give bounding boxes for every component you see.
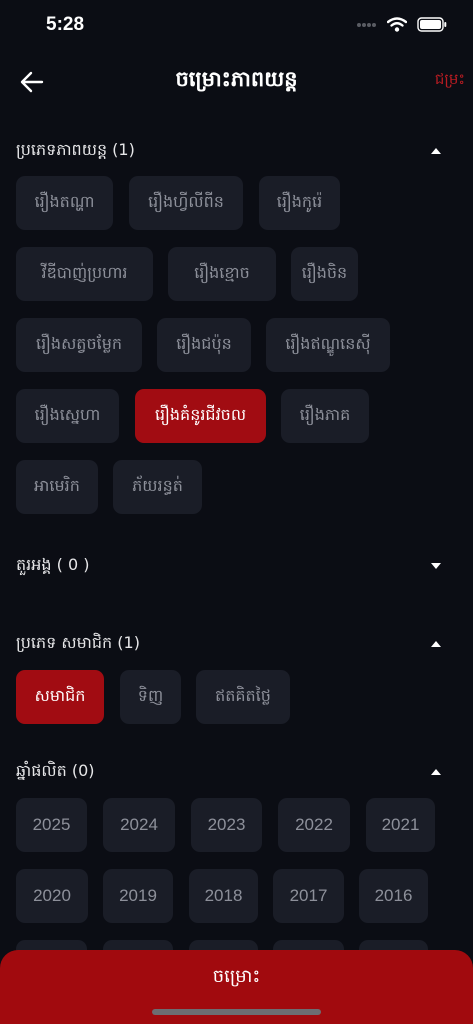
year-chip[interactable]: 2016 [359, 869, 428, 923]
genre-chip[interactable]: រឿងភាគ [281, 389, 369, 443]
signal-icon [357, 22, 376, 27]
genre-chip[interactable]: រឿងឥណ្ឌូនេស៊ី [266, 318, 390, 372]
battery-icon [417, 17, 447, 32]
actors-section-title: តួរអង្គ ( 0 ) [16, 555, 90, 574]
genre-chip[interactable]: រឿងសត្វចម្លែក [16, 318, 142, 372]
genre-chip[interactable]: រឿងកូរ៉េ [259, 176, 340, 230]
year-chip[interactable]: 2025 [16, 798, 87, 852]
genre-chip-selected[interactable]: រឿងគំនូរជីវចល [135, 389, 266, 443]
home-indicator [152, 1009, 321, 1015]
apply-bar: ចម្រោះ [0, 950, 473, 1024]
genre-chip[interactable]: រឿងជប៉ុន [157, 318, 251, 372]
genre-chip[interactable]: រឿងខ្មោច [168, 247, 276, 301]
status-time: 5:28 [46, 14, 85, 35]
genre-chip[interactable]: រឿងហ្វីលីពីន [129, 176, 243, 230]
reset-button[interactable]: ជម្រះ [435, 70, 465, 92]
caret-up-icon[interactable] [430, 147, 442, 155]
wifi-icon [387, 17, 407, 32]
genre-chip[interactable]: រឿងចិន [291, 247, 358, 301]
header: ចម្រោះភាពយន្ត ជម្រះ [0, 58, 473, 106]
membership-chip-selected[interactable]: សមាជិក [16, 670, 104, 724]
year-chip[interactable]: 2022 [278, 798, 350, 852]
caret-down-icon[interactable] [430, 562, 442, 570]
genre-chip[interactable]: វីឌីបាញ់ប្រហារ [16, 247, 153, 301]
status-bar: 5:28 [0, 0, 473, 52]
year-section-header[interactable]: ឆ្នាំផលិត (0) [16, 757, 442, 787]
membership-section-title: ប្រភេទ សមាជិក (1) [16, 633, 140, 652]
year-chip[interactable]: 2023 [191, 798, 262, 852]
year-chip[interactable]: 2021 [366, 798, 435, 852]
caret-up-icon[interactable] [430, 768, 442, 776]
year-chip[interactable]: 2019 [103, 869, 173, 923]
year-chip[interactable]: 2017 [273, 869, 344, 923]
genre-chip[interactable]: ភ័យរន្ធត់ [113, 460, 202, 514]
page-title: ចម្រោះភាពយន្ត [175, 67, 298, 91]
status-icons [357, 17, 447, 32]
membership-chip[interactable]: ទិញ [120, 670, 181, 724]
year-section-title: ឆ្នាំផលិត (0) [16, 761, 95, 780]
actors-section-header[interactable]: តួរអង្គ ( 0 ) [16, 551, 442, 581]
year-chip[interactable]: 2018 [189, 869, 258, 923]
genre-chip[interactable]: រឿងស្នេហា [16, 389, 119, 443]
genre-chip[interactable]: អាមេរិក [16, 460, 98, 514]
genre-section-title: ប្រភេទភាពយន្ត (1) [16, 140, 135, 159]
year-chip[interactable]: 2024 [103, 798, 175, 852]
apply-filter-button[interactable]: ចម្រោះ [0, 964, 473, 991]
membership-chip[interactable]: ឥតគិតថ្លៃ [196, 670, 290, 724]
membership-section-header[interactable]: ប្រភេទ សមាជិក (1) [16, 629, 442, 659]
genre-section-header[interactable]: ប្រភេទភាពយន្ត (1) [16, 136, 442, 166]
year-chip[interactable]: 2020 [16, 869, 88, 923]
caret-up-icon[interactable] [430, 640, 442, 648]
genre-chip[interactable]: រឿងតណ្ហា [16, 176, 113, 230]
